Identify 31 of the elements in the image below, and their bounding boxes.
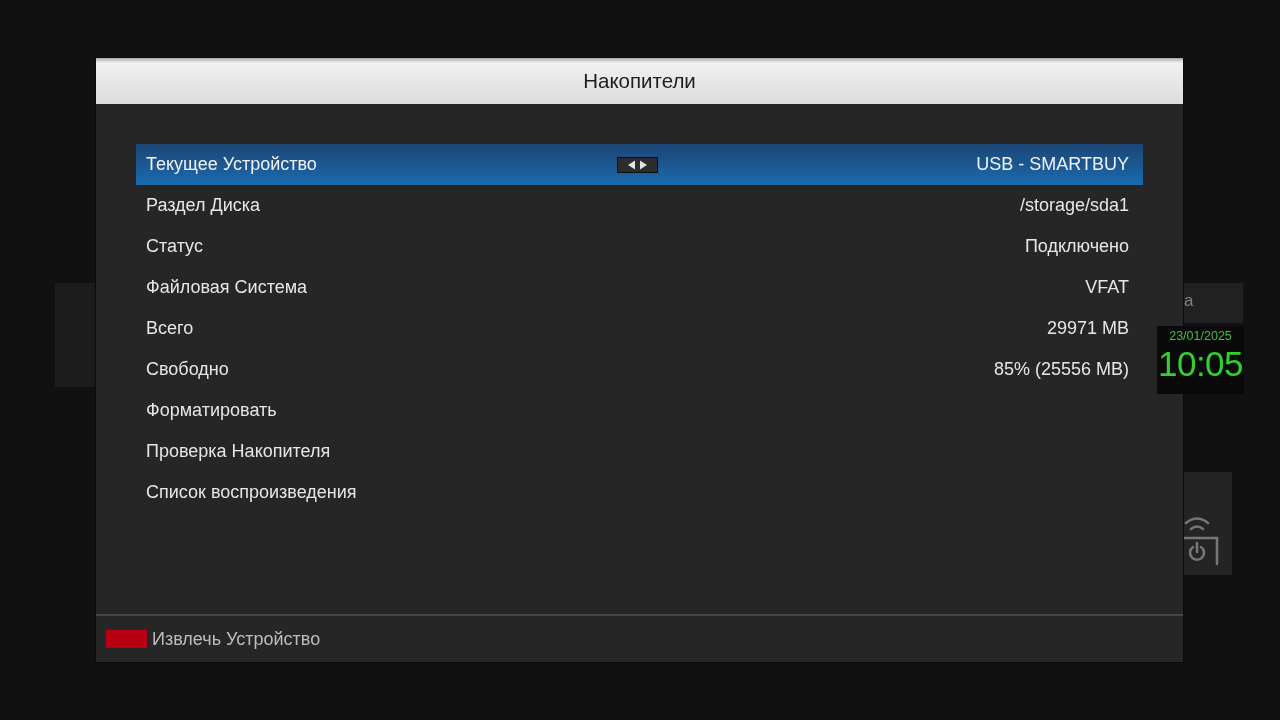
menu-row[interactable]: Форматировать xyxy=(136,390,1143,431)
setting-label: Статус xyxy=(146,235,203,258)
menu-row[interactable]: Всего 29971 MB xyxy=(136,308,1143,349)
wifi-power-icon xyxy=(1183,514,1221,566)
setting-label: Свободно xyxy=(146,358,229,381)
time-text: 10:05 xyxy=(1157,343,1244,384)
setting-value: Подключено xyxy=(1024,235,1129,258)
setting-label: Раздел Диска xyxy=(146,194,261,217)
setting-label: Список воспроизведения xyxy=(146,481,357,504)
setting-label: Файловая Система xyxy=(146,276,308,299)
setting-value: 85% (25556 MB) xyxy=(993,358,1129,381)
menu-row[interactable]: Свободно 85% (25556 MB) xyxy=(136,349,1143,390)
panel-label: а xyxy=(1184,291,1194,310)
setting-label: Всего xyxy=(146,317,194,340)
dialog-title: Накопители xyxy=(583,70,696,92)
menu-row[interactable]: Проверка Накопителя xyxy=(136,431,1143,472)
setting-value: 29971 MB xyxy=(1046,317,1129,340)
left-right-arrows-icon xyxy=(617,156,658,173)
menu-row[interactable]: Файловая Система VFAT xyxy=(136,267,1143,308)
menu-row[interactable]: Текущее Устройство USB - SMARTBUY xyxy=(136,144,1143,185)
setting-label: Текущее Устройство xyxy=(146,153,317,176)
menu-row[interactable]: Статус Подключено xyxy=(136,226,1143,267)
setting-value: /storage/sda1 xyxy=(1019,194,1129,217)
setting-label: Проверка Накопителя xyxy=(146,440,331,463)
menu-row[interactable]: Раздел Диска /storage/sda1 xyxy=(136,185,1143,226)
date-text: 23/01/2025 xyxy=(1169,330,1232,344)
setting-value: USB - SMARTBUY xyxy=(976,153,1129,176)
setting-value: VFAT xyxy=(1085,276,1129,299)
setting-label: Форматировать xyxy=(146,399,277,422)
menu-row[interactable]: Список воспроизведения xyxy=(136,472,1143,513)
key-hint-label: Извлечь Устройство xyxy=(152,630,321,648)
